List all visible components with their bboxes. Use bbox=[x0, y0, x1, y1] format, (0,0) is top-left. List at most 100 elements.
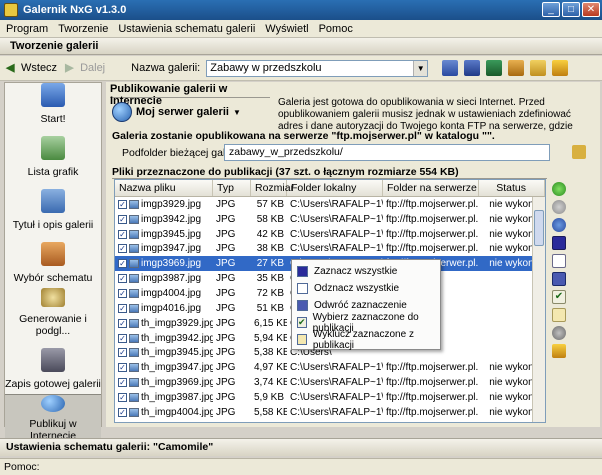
col-size[interactable]: Rozmiar bbox=[251, 180, 294, 196]
cell-size: 5,56 KB bbox=[251, 422, 287, 423]
col-type[interactable]: Typ bbox=[213, 180, 251, 196]
chevron-down-icon[interactable]: ▼ bbox=[413, 60, 428, 76]
row-checkbox[interactable]: ✓ bbox=[118, 229, 127, 239]
gallery-list-icon[interactable] bbox=[442, 60, 459, 76]
image-file-icon bbox=[129, 259, 139, 269]
include-icon[interactable]: ✔ bbox=[552, 290, 566, 304]
menu-pomoc[interactable]: Pomoc bbox=[319, 23, 353, 35]
back-button[interactable]: ◀ Wstecz bbox=[6, 62, 57, 74]
col-name[interactable]: Nazwa pliku bbox=[115, 180, 213, 196]
chevron-down-icon: ▼ bbox=[232, 107, 241, 117]
sidebar-item-label: Lista grafik bbox=[27, 166, 79, 178]
row-checkbox[interactable]: ✓ bbox=[118, 378, 127, 388]
table-row[interactable]: ✓ imgp3947.jpg JPG 38 KB C:\Users\RAFALP~1\.… bbox=[115, 242, 545, 257]
menu-item-select-all[interactable]: Zaznacz wszystkie bbox=[292, 263, 440, 280]
help-icon[interactable] bbox=[552, 60, 569, 76]
context-menu: Zaznacz wszystkie Odznacz wszystkie Odwr… bbox=[291, 259, 441, 351]
help-icon[interactable] bbox=[552, 344, 566, 358]
edit-icon[interactable] bbox=[572, 145, 586, 159]
row-checkbox[interactable]: ✓ bbox=[118, 259, 127, 269]
col-server[interactable]: Folder na serwerze bbox=[383, 180, 479, 196]
sidebar-item-tytul[interactable]: Tytuł i opis galerii bbox=[5, 182, 101, 235]
col-status[interactable]: Status bbox=[479, 180, 545, 196]
subfolder-input[interactable]: zabawy_w_przedszkolu/ bbox=[224, 144, 550, 161]
deselect-all-icon[interactable] bbox=[552, 254, 566, 268]
cell-name: ✓ imgp3929.jpg bbox=[118, 198, 202, 210]
row-checkbox[interactable]: ✓ bbox=[118, 244, 127, 254]
vertical-scrollbar[interactable] bbox=[532, 197, 545, 422]
sidebar-item-zapis[interactable]: Zapis gotowej galerii bbox=[5, 341, 101, 394]
package-icon[interactable] bbox=[508, 60, 525, 76]
table-row[interactable]: ✓ imgp3945.jpg JPG 42 KB C:\Users\RAFALP~1\.… bbox=[115, 227, 545, 242]
row-checkbox[interactable]: ✓ bbox=[118, 318, 127, 328]
table-row[interactable]: ✓ th_imgp3969.jpg JPG 3,74 KB C:\Users\RAFAL… bbox=[115, 375, 545, 390]
row-checkbox[interactable]: ✓ bbox=[118, 303, 127, 313]
table-row[interactable]: ✓ th_imgp4004.jpg JPG 5,58 KB C:\Users\RAFAL… bbox=[115, 405, 545, 420]
menu-program[interactable]: Program bbox=[6, 23, 48, 35]
row-checkbox[interactable]: ✓ bbox=[118, 199, 127, 209]
col-local[interactable]: Folder lokalny bbox=[287, 180, 383, 196]
cell-type: JPG bbox=[216, 362, 236, 374]
cell-type: JPG bbox=[216, 287, 236, 299]
settings-icon[interactable] bbox=[552, 326, 566, 340]
include-icon: ✔ bbox=[297, 317, 307, 328]
save-icon[interactable] bbox=[464, 60, 481, 76]
cell-type: JPG bbox=[216, 377, 236, 389]
edit-icon[interactable] bbox=[530, 60, 547, 76]
next-button[interactable]: ▶ Dalej bbox=[65, 62, 105, 74]
invert-selection-icon[interactable] bbox=[552, 272, 566, 286]
refresh-icon[interactable] bbox=[552, 218, 566, 232]
check-all-icon[interactable] bbox=[552, 182, 566, 196]
cell-size: 35 KB bbox=[256, 273, 284, 285]
arrow-right-icon: ▶ bbox=[65, 62, 74, 74]
sidebar-item-generowanie[interactable]: Generowanie i podgl... bbox=[5, 288, 101, 341]
row-checkbox[interactable]: ✓ bbox=[118, 333, 127, 343]
table-row[interactable]: ✓ th_imgp3947.jpg JPG 4,97 KB C:\Users\RAFAL… bbox=[115, 360, 545, 375]
menu-item-deselect-all[interactable]: Odznacz wszystkie bbox=[292, 280, 440, 297]
save-as-icon[interactable] bbox=[486, 60, 503, 76]
row-checkbox[interactable]: ✓ bbox=[118, 274, 127, 284]
server-button[interactable]: Moj serwer galerii ▼ bbox=[112, 102, 241, 122]
row-checkbox[interactable]: ✓ bbox=[118, 392, 127, 402]
select-all-icon[interactable] bbox=[552, 236, 566, 250]
menu-ustawienia[interactable]: Ustawienia schematu galerii bbox=[118, 23, 255, 35]
sidebar-item-label: Generowanie i podgl... bbox=[19, 313, 87, 337]
cell-name: ✓ th_imgp3969.jpg bbox=[118, 377, 213, 389]
table-row[interactable]: ✓th_imgp4016.jpgJPG5,56 KBC:\Users\RAFAL… bbox=[115, 420, 545, 423]
close-button[interactable]: ✕ bbox=[582, 2, 600, 17]
gallery-name-value: Zabawy w przedszkolu bbox=[210, 61, 322, 74]
cell-type: JPG bbox=[216, 347, 236, 359]
sidebar-item-schemat[interactable]: Wybór schematu bbox=[5, 235, 101, 288]
cell-server-folder: ftp://ftp.mojserwer.pl... bbox=[386, 391, 479, 403]
sidebar-item-start[interactable]: Start! bbox=[5, 83, 101, 129]
row-checkbox[interactable]: ✓ bbox=[118, 288, 127, 298]
cell-name: ✓ imgp3945.jpg bbox=[118, 228, 202, 240]
row-checkbox[interactable]: ✓ bbox=[118, 363, 127, 373]
cell-type: JPG bbox=[216, 317, 236, 329]
table-row[interactable]: ✓ imgp3942.jpg JPG 58 KB C:\Users\RAFALP~1\.… bbox=[115, 212, 545, 227]
cell-size: 5,94 KB bbox=[254, 332, 287, 344]
cancel-icon[interactable] bbox=[552, 200, 566, 214]
minimize-button[interactable]: _ bbox=[542, 2, 560, 17]
gallery-name-select[interactable]: Zabawy w przedszkolu ▼ bbox=[206, 59, 429, 77]
status-bar: Pomoc: bbox=[0, 458, 602, 475]
image-file-icon bbox=[129, 274, 139, 284]
maximize-button[interactable]: □ bbox=[562, 2, 580, 17]
exclude-icon[interactable] bbox=[552, 308, 566, 322]
cell-name: ✓ th_imgp4004.jpg bbox=[118, 406, 213, 418]
cell-size: 3,74 KB bbox=[254, 377, 287, 389]
table-row[interactable]: ✓ imgp3929.jpg JPG 57 KB C:\Users\RAFALP~1\.… bbox=[115, 197, 545, 212]
app-icon bbox=[4, 3, 18, 17]
row-checkbox[interactable]: ✓ bbox=[118, 348, 127, 358]
row-checkbox[interactable]: ✓ bbox=[118, 407, 127, 417]
scrollbar-thumb[interactable] bbox=[534, 210, 544, 246]
cell-size: 57 KB bbox=[256, 198, 284, 210]
menu-wyswietl[interactable]: Wyświetl bbox=[265, 23, 308, 35]
cell-type: JPG bbox=[216, 258, 236, 270]
row-checkbox[interactable]: ✓ bbox=[118, 214, 127, 224]
table-row[interactable]: ✓ th_imgp3987.jpg JPG 5,9 KB C:\Users\RAFALP… bbox=[115, 390, 545, 405]
sidebar-item-lista-grafik[interactable]: Lista grafik bbox=[5, 129, 101, 182]
menu-tworzenie[interactable]: Tworzenie bbox=[58, 23, 108, 35]
menu-item-exclude[interactable]: Wyklucz zaznaczone z publikacji bbox=[292, 329, 440, 351]
cell-type: JPG bbox=[216, 332, 236, 344]
